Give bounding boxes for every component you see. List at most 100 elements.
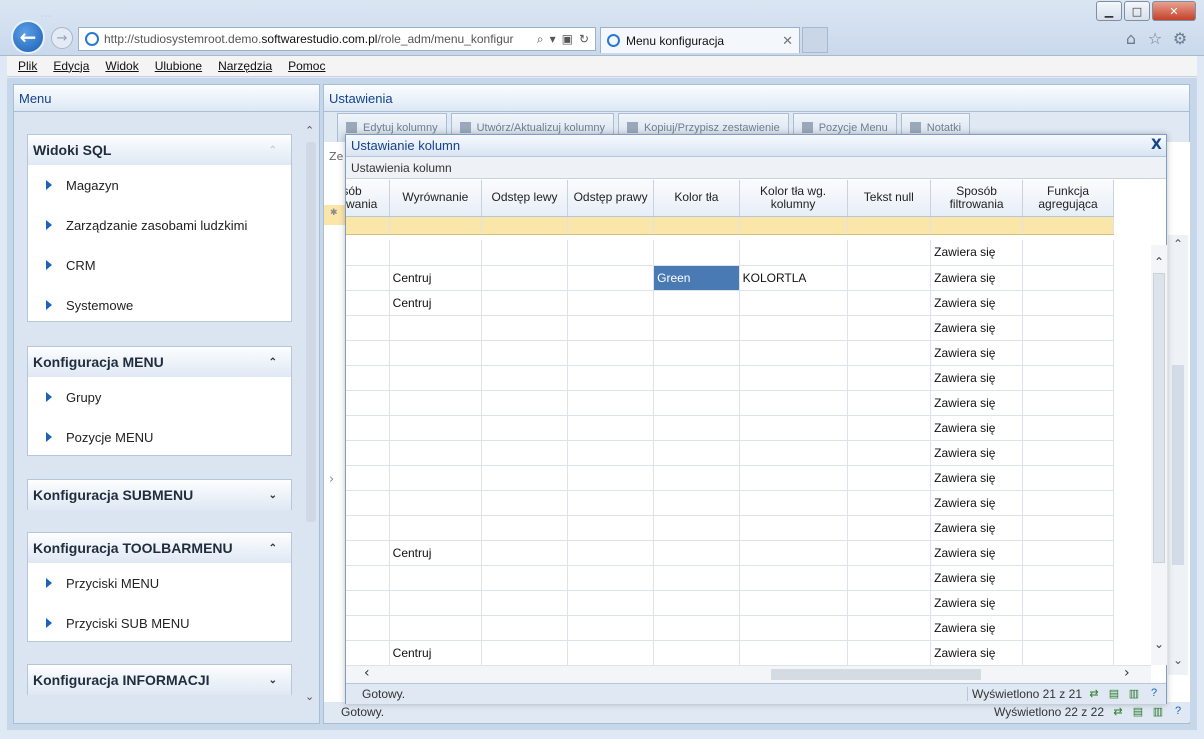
table-cell[interactable]: [653, 390, 740, 416]
table-cell[interactable]: [847, 315, 932, 341]
table-cell[interactable]: [346, 465, 390, 491]
menu-item-przyciski-menu[interactable]: Przyciski MENU: [28, 563, 291, 603]
gear-icon[interactable]: ⚙: [1170, 28, 1190, 48]
table-cell[interactable]: [847, 415, 932, 441]
table-cell[interactable]: [346, 240, 390, 266]
table-cell[interactable]: [739, 365, 848, 391]
table-cell[interactable]: [389, 440, 483, 466]
close-tab-icon[interactable]: ✕: [782, 33, 799, 49]
table-cell[interactable]: [1022, 315, 1114, 341]
table-cell[interactable]: [847, 615, 932, 641]
table-cell[interactable]: [481, 615, 569, 641]
table-row[interactable]: Zawiera się: [346, 315, 1114, 341]
table-cell[interactable]: Zawiera się: [930, 365, 1024, 391]
table-cell[interactable]: [346, 415, 390, 441]
table-row[interactable]: Zawiera się: [346, 440, 1114, 466]
search-icon[interactable]: ⌕: [537, 32, 544, 47]
column-header[interactable]: Sposób formatowania: [346, 180, 390, 217]
column-header[interactable]: Kolor tła wg. kolumny: [739, 180, 848, 217]
table-cell[interactable]: [1022, 390, 1114, 416]
table-cell[interactable]: [739, 565, 848, 591]
table-cell[interactable]: [389, 465, 483, 491]
table-cell[interactable]: [653, 615, 740, 641]
table-cell[interactable]: [389, 340, 483, 366]
table-cell[interactable]: [481, 340, 569, 366]
table-row[interactable]: Zawiera się: [346, 565, 1114, 591]
table-cell[interactable]: [653, 315, 740, 341]
table-cell[interactable]: [481, 490, 569, 516]
table-row[interactable]: Zawiera się: [346, 340, 1114, 366]
table-cell[interactable]: [567, 290, 655, 316]
table-row[interactable]: Zawiera się: [346, 365, 1114, 391]
table-cell[interactable]: [346, 615, 390, 641]
home-icon[interactable]: ⌂: [1121, 28, 1141, 48]
scroll-up-icon[interactable]: ⌃: [305, 124, 314, 137]
table-cell[interactable]: [739, 540, 848, 566]
table-cell[interactable]: [739, 390, 848, 416]
browser-tab[interactable]: Menu konfiguracja ✕: [600, 27, 800, 53]
expand-right-icon[interactable]: ›: [329, 472, 334, 487]
table-cell[interactable]: [653, 515, 740, 541]
table-cell[interactable]: [567, 315, 655, 341]
table-cell[interactable]: [653, 590, 740, 616]
table-cell[interactable]: [481, 540, 569, 566]
table-cell[interactable]: [389, 490, 483, 516]
column-header[interactable]: Odstęp prawy: [567, 180, 655, 217]
compat-view-icon[interactable]: ▣: [562, 32, 573, 47]
table-cell[interactable]: [1022, 465, 1114, 491]
table-cell[interactable]: [481, 415, 569, 441]
address-bar[interactable]: http://studiosystemroot.demo. softwarestu…: [78, 27, 596, 51]
table-cell[interactable]: M-dd: [346, 640, 390, 665]
table-cell[interactable]: Centruj: [389, 540, 483, 566]
table-cell[interactable]: [481, 265, 569, 291]
refresh-icon[interactable]: ↻: [579, 32, 589, 47]
filter-cell[interactable]: [389, 216, 483, 235]
filter-cell[interactable]: [930, 216, 1024, 235]
table-cell[interactable]: [567, 490, 655, 516]
scroll-down-icon[interactable]: ⌄: [305, 690, 314, 703]
table-cell[interactable]: [346, 515, 390, 541]
table-cell[interactable]: [847, 590, 932, 616]
table-cell[interactable]: [653, 490, 740, 516]
table-cell[interactable]: M-dd: [346, 540, 390, 566]
menu-narzedzia[interactable]: Narzędzia: [218, 59, 272, 73]
table-cell[interactable]: [346, 315, 390, 341]
table-cell[interactable]: [1022, 640, 1114, 665]
table-cell[interactable]: Zawiera się: [930, 515, 1024, 541]
table-cell[interactable]: Zawiera się: [930, 340, 1024, 366]
table-cell[interactable]: [481, 365, 569, 391]
table-cell[interactable]: [481, 240, 569, 266]
table-cell[interactable]: [567, 465, 655, 491]
menu-item-pozycje-menu[interactable]: Pozycje MENU: [28, 417, 291, 457]
table-cell[interactable]: [653, 640, 740, 665]
table-cell[interactable]: [567, 515, 655, 541]
export-icon[interactable]: ▤: [1130, 705, 1146, 719]
table-cell[interactable]: Zawiera się: [930, 615, 1024, 641]
table-cell[interactable]: [653, 415, 740, 441]
table-cell[interactable]: [847, 340, 932, 366]
table-cell[interactable]: [847, 365, 932, 391]
filter-cell[interactable]: [847, 216, 932, 235]
menu-scrollbar[interactable]: ⌃ ⌄: [303, 112, 319, 723]
table-cell[interactable]: [1022, 515, 1114, 541]
refresh-icon[interactable]: ⇄: [1086, 687, 1102, 701]
table-cell[interactable]: [739, 615, 848, 641]
dialog-close-button[interactable]: X: [1151, 137, 1165, 153]
table-cell[interactable]: [739, 290, 848, 316]
table-cell[interactable]: [389, 565, 483, 591]
scrollbar-thumb[interactable]: [1153, 273, 1165, 563]
column-header[interactable]: Wyrównanie: [389, 180, 483, 217]
minimize-button[interactable]: ▁: [1096, 1, 1122, 21]
menu-edycja[interactable]: Edycja: [53, 59, 89, 73]
table-cell[interactable]: Centruj: [389, 640, 483, 665]
table-cell[interactable]: [481, 515, 569, 541]
table-cell[interactable]: [567, 390, 655, 416]
table-cell[interactable]: [481, 565, 569, 591]
table-cell[interactable]: [1022, 365, 1114, 391]
menu-item-zasoby-ludzkie[interactable]: Zarządzanie zasobami ludzkimi: [28, 205, 291, 245]
column-header[interactable]: Tekst null: [847, 180, 932, 217]
back-button[interactable]: ←: [11, 20, 45, 54]
menu-item-magazyn[interactable]: Magazyn: [28, 165, 291, 205]
menu-item-przyciski-sub-menu[interactable]: Przyciski SUB MENU: [28, 603, 291, 643]
table-cell[interactable]: [389, 365, 483, 391]
